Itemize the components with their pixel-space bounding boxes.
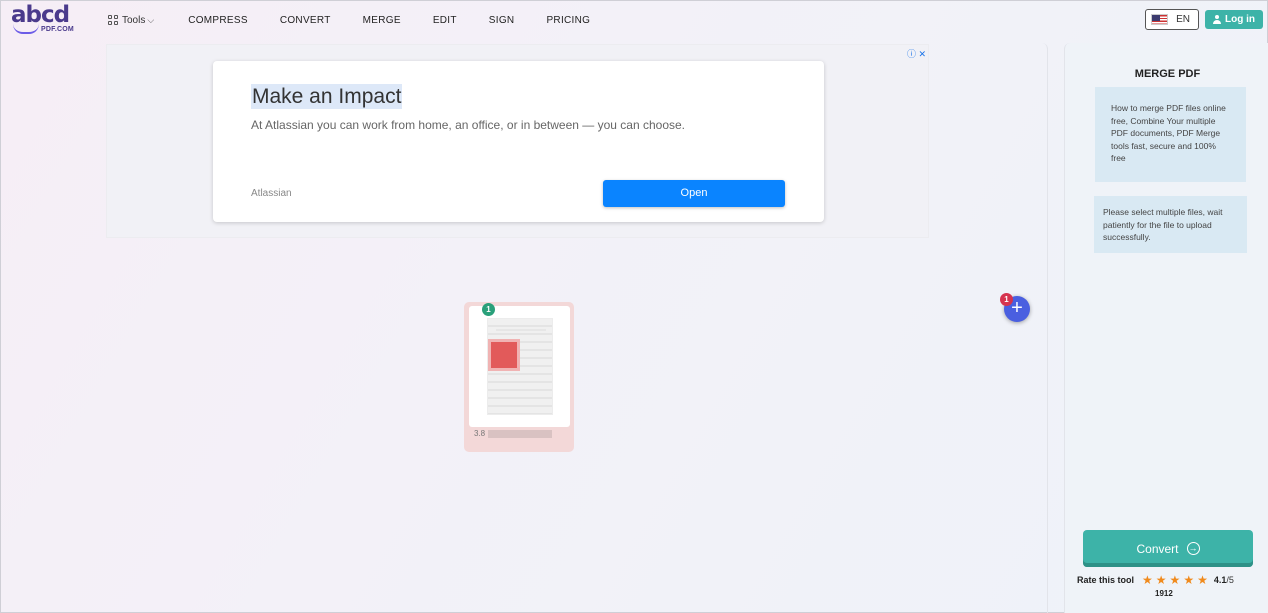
star-icon[interactable]: ★	[1170, 573, 1181, 587]
header-actions: EN Log in	[1145, 9, 1263, 30]
language-button[interactable]: EN	[1145, 9, 1199, 30]
tools-menu[interactable]: Tools ⌵	[108, 14, 155, 26]
workspace-panel: ⓘ ✕ Make an Impact At Atlassian you can …	[1, 43, 1048, 613]
upload-hint: Please select multiple files, wait patie…	[1094, 196, 1247, 253]
main-nav: Tools ⌵ COMPRESS CONVERT MERGE EDIT SIGN…	[108, 1, 606, 39]
nav-merge[interactable]: MERGE	[363, 15, 401, 26]
logo-subtext: PDF.COM	[41, 26, 74, 33]
grid-icon	[108, 14, 119, 26]
tools-label: Tools	[122, 14, 146, 26]
star-icon[interactable]: ★	[1183, 573, 1194, 587]
convert-button[interactable]: Convert →	[1083, 530, 1253, 567]
merge-description: How to merge PDF files online free, Comb…	[1095, 87, 1246, 182]
star-icon[interactable]: ★	[1156, 573, 1167, 587]
nav-pricing[interactable]: PRICING	[546, 15, 590, 26]
rating-max: /5	[1226, 575, 1234, 585]
rating-score: 4.1	[1213, 575, 1227, 585]
logo-swoosh-icon	[13, 24, 39, 34]
login-button[interactable]: Log in	[1205, 10, 1263, 29]
ad-card[interactable]: Make an Impact At Atlassian you can work…	[213, 61, 824, 222]
file-order-badge: 1	[482, 303, 495, 316]
ad-description: At Atlassian you can work from home, an …	[251, 118, 686, 132]
file-name: 3.8	[474, 430, 552, 438]
nav-sign[interactable]: SIGN	[489, 15, 515, 26]
file-thumbnail-image	[491, 342, 517, 368]
star-icon[interactable]: ★	[1197, 573, 1208, 587]
ad-banner: ⓘ ✕ Make an Impact At Atlassian you can …	[106, 44, 929, 238]
merge-sidebar: MERGE PDF How to merge PDF files online …	[1064, 43, 1268, 613]
top-header: abcd PDF.COM Tools ⌵ COMPRESS CONVERT ME…	[1, 1, 1268, 39]
file-count-badge: 1	[1000, 293, 1013, 306]
arrow-right-circle-icon: →	[1186, 542, 1200, 555]
file-preview	[469, 306, 570, 427]
convert-label: Convert	[1136, 541, 1179, 556]
user-icon	[1213, 15, 1221, 24]
nav-edit[interactable]: EDIT	[433, 15, 457, 26]
nav-convert[interactable]: CONVERT	[280, 15, 331, 26]
ad-title: Make an Impact	[251, 84, 403, 109]
rating-count: 1912	[1155, 589, 1173, 598]
chevron-down-icon: ⌵	[147, 14, 155, 25]
ad-open-button[interactable]: Open	[603, 180, 785, 207]
star-icon[interactable]: ★	[1142, 573, 1153, 587]
ad-brand: Atlassian	[251, 188, 292, 199]
sidebar-title: MERGE PDF	[1134, 68, 1201, 80]
abcdpdf-logo[interactable]: abcd PDF.COM	[11, 4, 79, 36]
us-flag-icon	[1151, 14, 1169, 25]
rating-row: Rate this tool ★ ★ ★ ★ ★ 4.1 /5	[1077, 573, 1262, 587]
language-label: EN	[1176, 14, 1190, 25]
logo-text: abcd	[11, 2, 70, 28]
pdf-file-card[interactable]: 1 3.8	[464, 302, 574, 452]
ad-close-icon[interactable]: ⓘ ✕	[907, 47, 926, 60]
login-label: Log in	[1225, 14, 1255, 25]
nav-compress[interactable]: COMPRESS	[188, 15, 248, 26]
rate-label: Rate this tool	[1077, 575, 1135, 585]
